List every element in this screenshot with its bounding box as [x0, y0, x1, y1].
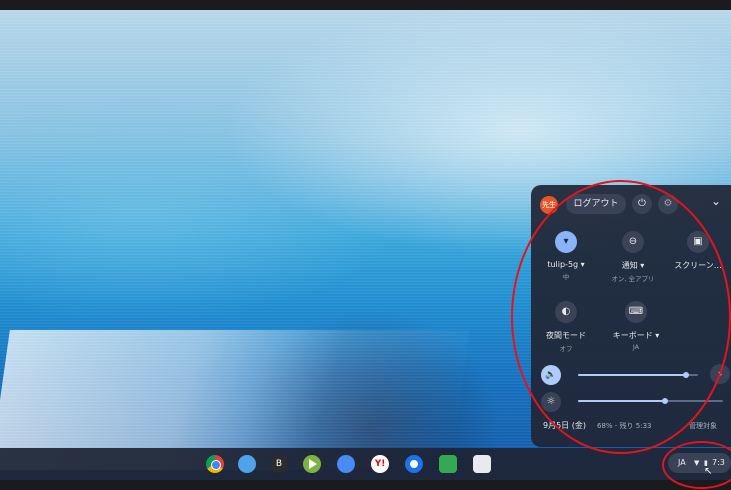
- play-store-icon[interactable]: [303, 455, 321, 473]
- yahoo-app-icon[interactable]: Y!: [371, 455, 389, 473]
- collapse-button[interactable]: ⌄: [709, 194, 723, 210]
- chevron-down-icon: ⌄: [710, 194, 722, 208]
- files-app-icon[interactable]: [238, 455, 256, 473]
- annotation-circle-tray: [662, 441, 731, 489]
- classroom-app-icon[interactable]: [439, 455, 457, 473]
- b-app-icon[interactable]: B: [270, 455, 288, 473]
- managed-label[interactable]: 管理対象: [689, 421, 717, 431]
- annotation-circle-panel: [511, 180, 731, 454]
- kanji-app-icon[interactable]: [473, 455, 491, 473]
- camera-app-icon[interactable]: [405, 455, 423, 473]
- translate-app-icon[interactable]: [337, 455, 355, 473]
- chrome-app-icon[interactable]: [206, 455, 224, 473]
